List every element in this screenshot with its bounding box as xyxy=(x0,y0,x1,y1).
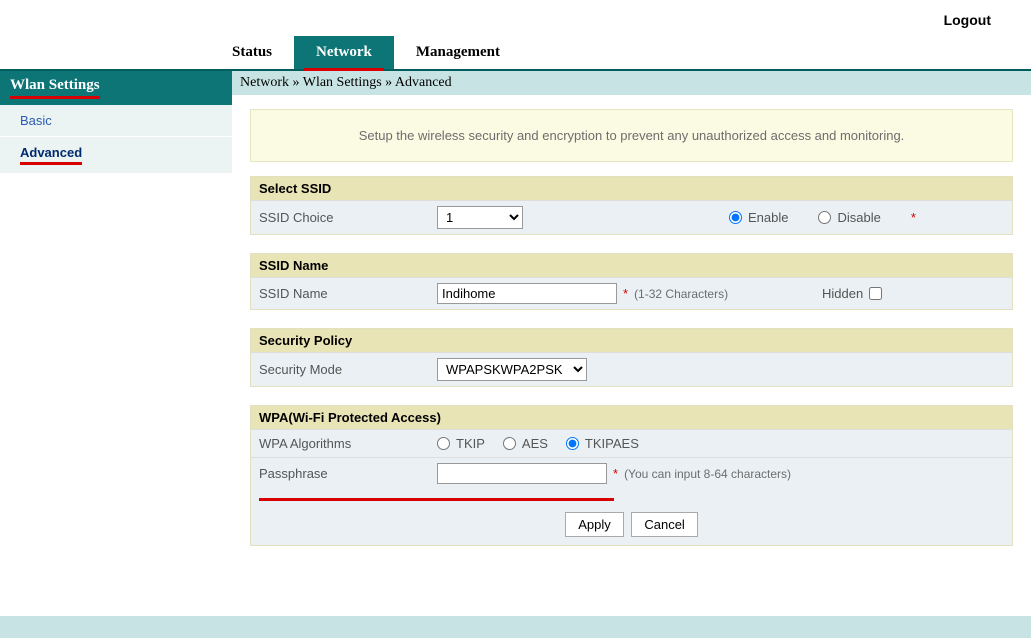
passphrase-hint: (You can input 8-64 characters) xyxy=(624,467,791,481)
sidebar: Wlan Settings Basic Advanced xyxy=(0,71,232,586)
hidden-label: Hidden xyxy=(822,286,863,301)
security-mode-label: Security Mode xyxy=(251,356,429,383)
logout-link[interactable]: Logout xyxy=(944,12,991,28)
passphrase-underline xyxy=(259,498,614,501)
ssid-choice-select[interactable]: 1 xyxy=(437,206,523,229)
ssid-name-hint: (1-32 Characters) xyxy=(634,287,728,301)
footer-bar xyxy=(0,616,1031,638)
wpa-tkipaes-radio[interactable] xyxy=(566,437,579,450)
sidebar-item-label: Advanced xyxy=(20,145,82,165)
wpa-algorithms-label: WPA Algorithms xyxy=(251,430,429,457)
enable-label: Enable xyxy=(748,210,788,225)
main-tabs: Status Network Management xyxy=(0,36,1031,71)
tab-management[interactable]: Management xyxy=(394,36,522,69)
apply-button[interactable]: Apply xyxy=(565,512,624,537)
section-wpa: WPA(Wi-Fi Protected Access) WPA Algorith… xyxy=(250,405,1013,546)
wpa-tkip-radio[interactable] xyxy=(437,437,450,450)
intro-text: Setup the wireless security and encrypti… xyxy=(250,109,1013,162)
sidebar-item-advanced[interactable]: Advanced xyxy=(0,137,232,174)
aes-label: AES xyxy=(522,436,548,451)
wpa-aes-radio[interactable] xyxy=(503,437,516,450)
required-asterisk: * xyxy=(623,286,628,301)
disable-label: Disable xyxy=(837,210,880,225)
ssid-name-input[interactable] xyxy=(437,283,617,304)
tkip-label: TKIP xyxy=(456,436,485,451)
breadcrumb: Network » Wlan Settings » Advanced xyxy=(232,71,1031,95)
ssid-enable-radio[interactable] xyxy=(729,211,742,224)
passphrase-label: Passphrase xyxy=(251,460,429,487)
tab-network[interactable]: Network xyxy=(294,36,394,69)
section-security-policy: Security Policy Security Mode WPAPSKWPA2… xyxy=(250,328,1013,387)
passphrase-input[interactable] xyxy=(437,463,607,484)
section-select-ssid: Select SSID SSID Choice 1 Enable xyxy=(250,176,1013,235)
sidebar-item-basic[interactable]: Basic xyxy=(0,105,232,137)
tkipaes-label: TKIPAES xyxy=(585,436,639,451)
ssid-disable-radio[interactable] xyxy=(818,211,831,224)
hidden-checkbox[interactable] xyxy=(869,287,882,300)
section-header: WPA(Wi-Fi Protected Access) xyxy=(251,406,1012,429)
section-header: Select SSID xyxy=(251,177,1012,200)
ssid-name-label: SSID Name xyxy=(251,280,429,307)
tab-status[interactable]: Status xyxy=(210,36,294,69)
required-asterisk: * xyxy=(911,210,916,225)
sidebar-title-text: Wlan Settings xyxy=(10,77,100,99)
cancel-button[interactable]: Cancel xyxy=(631,512,697,537)
ssid-choice-label: SSID Choice xyxy=(251,204,429,231)
section-ssid-name: SSID Name SSID Name * (1-32 Characters) H… xyxy=(250,253,1013,310)
required-asterisk: * xyxy=(613,466,618,481)
section-header: SSID Name xyxy=(251,254,1012,277)
sidebar-title: Wlan Settings xyxy=(0,71,232,105)
section-header: Security Policy xyxy=(251,329,1012,352)
security-mode-select[interactable]: WPAPSKWPA2PSK xyxy=(437,358,587,381)
sidebar-item-label: Basic xyxy=(20,113,52,128)
